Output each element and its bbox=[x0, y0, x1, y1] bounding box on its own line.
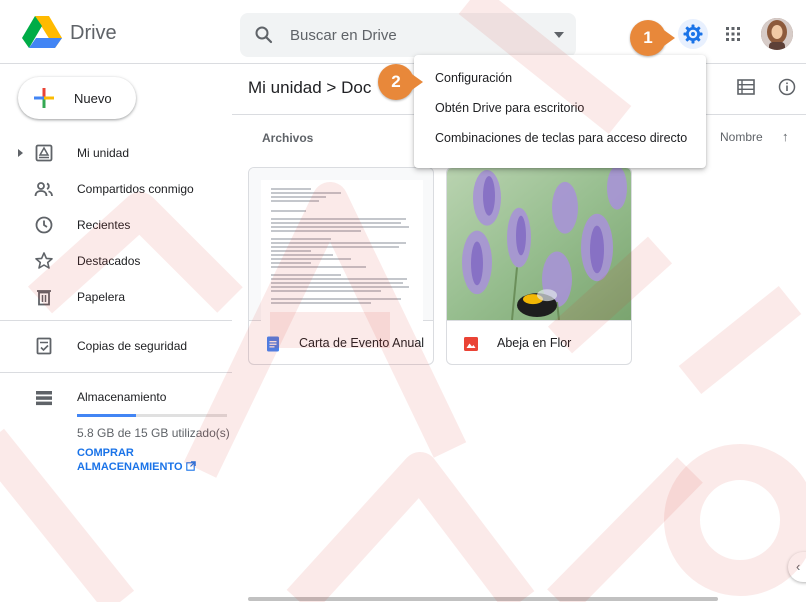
shared-icon bbox=[34, 182, 53, 197]
sidebar-nav: Mi unidad Compartidos conmigo Recientes … bbox=[0, 135, 230, 315]
menu-item-get-drive-desktop[interactable]: Obtén Drive para escritorio bbox=[414, 93, 706, 123]
file-name: Abeja en Flor bbox=[497, 336, 572, 350]
avatar[interactable] bbox=[761, 18, 793, 50]
plus-icon bbox=[34, 88, 54, 108]
file-card[interactable]: Abeja en Flor bbox=[446, 167, 632, 365]
storage-used-text: 5.8 GB de 15 GB utilizado(s) bbox=[77, 426, 230, 440]
section-title: Archivos bbox=[262, 131, 314, 145]
storage-icon bbox=[36, 391, 52, 406]
doc-thumbnail bbox=[249, 168, 433, 321]
sort-label[interactable]: Nombre bbox=[720, 130, 763, 144]
drive-logo-icon[interactable] bbox=[22, 16, 62, 48]
menu-item-keyboard-shortcuts[interactable]: Combinaciones de teclas para acceso dire… bbox=[414, 123, 706, 153]
app-name: Drive bbox=[70, 22, 117, 44]
menu-item-settings[interactable]: Configuración bbox=[414, 63, 706, 93]
side-panel-toggle[interactable]: ‹ bbox=[788, 552, 806, 582]
search-options-icon[interactable] bbox=[554, 32, 564, 38]
sidebar-item-label: Destacados bbox=[77, 254, 141, 268]
sidebar-divider bbox=[0, 372, 232, 373]
file-card[interactable]: Carta de Evento Anual bbox=[248, 167, 434, 365]
search-icon bbox=[255, 26, 273, 44]
sidebar-item-label: Papelera bbox=[77, 290, 126, 304]
list-view-icon[interactable] bbox=[737, 79, 755, 95]
chevron-left-icon: ‹ bbox=[796, 559, 801, 574]
apps-grid-icon[interactable] bbox=[725, 26, 741, 42]
sidebar-item-label: Compartidos conmigo bbox=[77, 182, 194, 196]
star-icon bbox=[35, 252, 53, 269]
sidebar-item-label: Copias de seguridad bbox=[77, 339, 188, 353]
backup-icon bbox=[36, 337, 52, 355]
image-file-icon bbox=[464, 337, 478, 351]
callout-pointer bbox=[409, 72, 423, 92]
new-button[interactable]: Nuevo bbox=[18, 77, 136, 119]
sidebar-item-shared[interactable]: Compartidos conmigo bbox=[0, 171, 230, 207]
gear-icon bbox=[683, 24, 703, 44]
buy-storage-label: COMPRAR ALMACENAMIENTO bbox=[77, 447, 183, 473]
settings-button[interactable] bbox=[678, 19, 708, 49]
sidebar-item-label: Recientes bbox=[77, 218, 131, 232]
callout-pointer bbox=[661, 28, 675, 48]
google-docs-icon bbox=[267, 336, 279, 352]
horizontal-scrollbar[interactable] bbox=[248, 597, 718, 601]
search-box[interactable]: Buscar en Drive bbox=[240, 13, 576, 57]
user-photo-icon bbox=[761, 18, 793, 50]
clock-icon bbox=[35, 216, 53, 234]
breadcrumb[interactable]: Mi unidad > Doc bbox=[248, 78, 371, 98]
sidebar-item-recent[interactable]: Recientes bbox=[0, 207, 230, 243]
sidebar-divider bbox=[0, 320, 232, 321]
settings-menu: Configuración Obtén Drive para escritori… bbox=[414, 55, 706, 168]
search-input[interactable]: Buscar en Drive bbox=[290, 27, 397, 44]
sidebar-item-label: Mi unidad bbox=[77, 146, 130, 160]
external-link-icon bbox=[185, 461, 196, 471]
sort-arrow-icon[interactable]: ↑ bbox=[782, 129, 789, 144]
new-button-label: Nuevo bbox=[74, 91, 112, 106]
sidebar-item-backups[interactable]: Copias de seguridad bbox=[0, 328, 230, 364]
expand-arrow-icon[interactable] bbox=[18, 149, 23, 157]
info-icon[interactable] bbox=[778, 78, 796, 96]
storage-progress-bar bbox=[77, 414, 227, 417]
sidebar-item-starred[interactable]: Destacados bbox=[0, 243, 230, 279]
trash-icon bbox=[37, 290, 51, 306]
storage-progress-fill bbox=[77, 414, 136, 417]
sidebar-item-my-drive[interactable]: Mi unidad bbox=[0, 135, 230, 171]
doc-page-preview bbox=[261, 180, 423, 321]
buy-storage-link[interactable]: COMPRAR ALMACENAMIENTO bbox=[77, 446, 217, 474]
storage-label[interactable]: Almacenamiento bbox=[77, 390, 166, 404]
image-thumbnail bbox=[447, 168, 631, 321]
my-drive-icon bbox=[35, 144, 53, 162]
file-name: Carta de Evento Anual bbox=[299, 336, 425, 350]
sidebar-item-trash[interactable]: Papelera bbox=[0, 279, 230, 315]
